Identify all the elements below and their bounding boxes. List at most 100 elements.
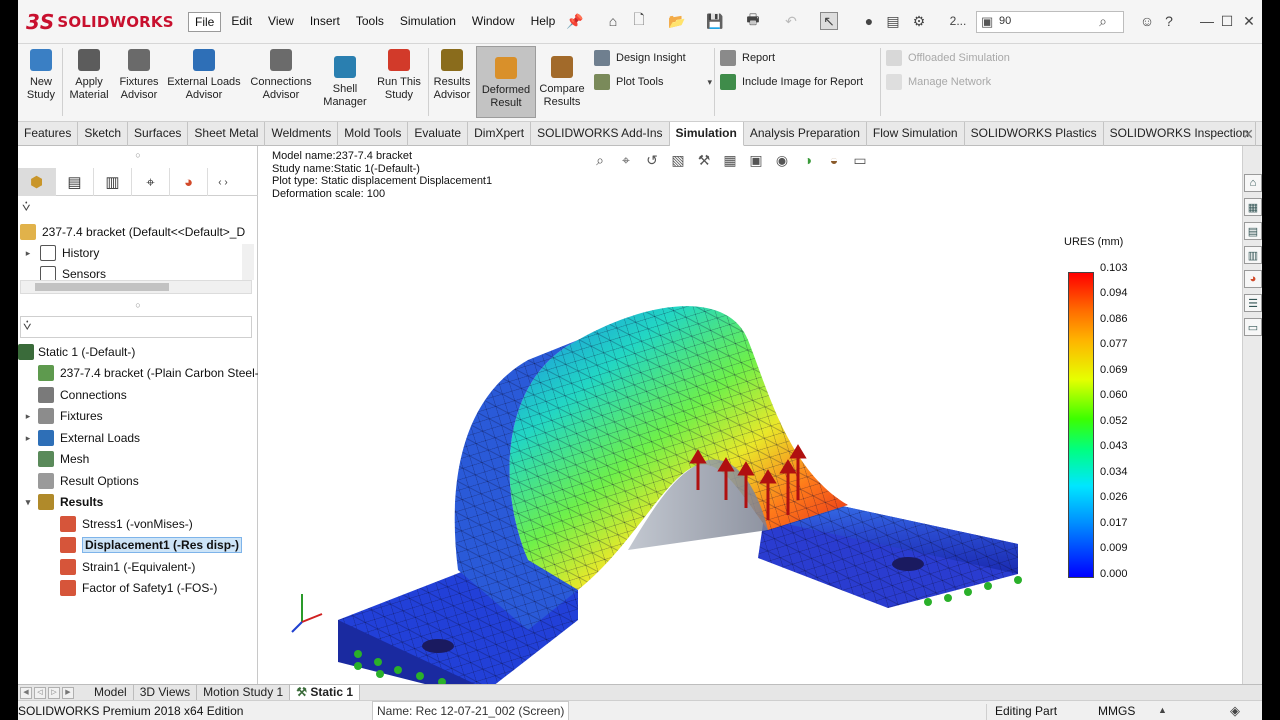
tree-item-external-loads[interactable]: ▸ External Loads	[22, 428, 140, 448]
plot-tools-dropdown-icon[interactable]: ▾	[707, 77, 712, 88]
panel-splitter[interactable]: ○	[18, 300, 258, 310]
tab-features[interactable]: Features	[18, 122, 79, 146]
feature-tree-root[interactable]: 237-7.4 bracket (Default<<Default>_D	[20, 222, 245, 242]
new-document-icon[interactable]: 🗋	[630, 11, 648, 30]
external-loads-advisor-button[interactable]: External Loads Advisor	[166, 46, 242, 118]
tab-3d-views[interactable]: 3D Views	[134, 684, 198, 701]
fea-displacement-model[interactable]	[328, 230, 1028, 690]
menu-simulation[interactable]: Simulation	[394, 12, 462, 32]
result-factor-of-safety[interactable]: Factor of Safety1 (-FOS-)	[60, 578, 217, 598]
view-palette-icon[interactable]: ▥	[1244, 246, 1262, 264]
design-insight-button[interactable]: Design Insight	[594, 48, 686, 68]
expand-icon[interactable]: ▸	[22, 411, 34, 422]
shell-manager-button[interactable]: Shell Manager	[320, 46, 370, 118]
include-image-button[interactable]: Include Image for Report	[720, 72, 863, 92]
first-tab-icon[interactable]: ◀	[20, 686, 32, 699]
tab-dimxpert[interactable]: DimXpert	[468, 122, 532, 146]
zoom-to-fit-icon[interactable]: ⌕	[590, 150, 610, 170]
display-style-icon[interactable]: ▣	[746, 150, 766, 170]
search-input[interactable]: ▣ 90 ⌕	[976, 11, 1124, 33]
tab-model[interactable]: Model	[88, 684, 134, 701]
manage-network-button[interactable]: Manage Network	[886, 72, 991, 92]
apply-scene-icon[interactable]: ◒	[824, 150, 844, 170]
view-orientation-icon[interactable]: ▦	[720, 150, 740, 170]
fixtures-advisor-button[interactable]: Fixtures Advisor	[116, 46, 162, 118]
tab-flow-simulation[interactable]: Flow Simulation	[867, 122, 965, 146]
plot-tools-button[interactable]: Plot Tools ▾	[594, 72, 712, 92]
tab-static-study[interactable]: ⚒ Static 1	[290, 684, 360, 701]
menu-edit[interactable]: Edit	[225, 12, 258, 32]
menu-file[interactable]: File	[188, 12, 222, 32]
options-gear-icon[interactable]: ⚙	[910, 12, 928, 30]
hide-show-items-icon[interactable]: ◉	[772, 150, 792, 170]
compare-results-button[interactable]: Compare Results	[538, 46, 586, 118]
custom-properties-icon[interactable]: ☰	[1244, 294, 1262, 312]
home-icon[interactable]: ⌂	[604, 12, 622, 30]
property-manager-tab[interactable]: ▤	[56, 168, 94, 196]
tab-solidworks-plastics[interactable]: SOLIDWORKS Plastics	[965, 122, 1104, 146]
results-advisor-button[interactable]: Results Advisor	[430, 46, 474, 118]
study-filter[interactable]: ⩒	[20, 316, 252, 338]
result-displacement[interactable]: Displacement1 (-Res disp-)	[60, 535, 243, 555]
help-icon[interactable]: ?	[1160, 12, 1178, 30]
new-study-button[interactable]: New Study	[22, 46, 60, 118]
report-button[interactable]: Report	[720, 48, 775, 68]
feature-manager-tab[interactable]: ⬢	[18, 168, 56, 196]
configuration-manager-tab[interactable]: ▥	[94, 168, 132, 196]
expand-icon[interactable]: ▸	[22, 433, 34, 444]
appearances-icon[interactable]: ◕	[1244, 270, 1262, 288]
open-folder-icon[interactable]: 📂	[668, 12, 686, 30]
tree-item-connections[interactable]: Connections	[38, 385, 127, 405]
apply-material-button[interactable]: Apply Material	[66, 46, 112, 118]
result-stress[interactable]: Stress1 (-vonMises-)	[60, 514, 193, 534]
tab-sketch[interactable]: Sketch	[78, 122, 129, 146]
previous-tab-icon[interactable]: ◁	[34, 686, 46, 699]
zoom-to-area-icon[interactable]: ⌖	[616, 150, 636, 170]
close-icon[interactable]: ✕	[1242, 126, 1254, 143]
expand-icon[interactable]: ▸	[22, 248, 34, 259]
view-settings-icon[interactable]: ▭	[850, 150, 870, 170]
tab-analysis-preparation[interactable]: Analysis Preparation	[744, 122, 867, 146]
section-view-icon[interactable]: ▧	[668, 150, 688, 170]
edit-appearance-icon[interactable]: ◑	[798, 150, 818, 170]
menu-help[interactable]: Help	[525, 12, 562, 32]
connections-advisor-button[interactable]: Connections Advisor	[246, 46, 316, 118]
tab-weldments[interactable]: Weldments	[265, 122, 339, 146]
menu-insert[interactable]: Insert	[304, 12, 346, 32]
run-this-study-button[interactable]: Run This Study	[374, 46, 424, 118]
design-library-icon[interactable]: ▦	[1244, 198, 1262, 216]
next-tab-icon[interactable]: ▷	[48, 686, 60, 699]
tab-motion-study[interactable]: Motion Study 1	[197, 684, 291, 701]
last-tab-icon[interactable]: ▶	[62, 686, 74, 699]
tree-item-history[interactable]: ▸ History	[22, 243, 99, 263]
unit-system[interactable]: MMGS	[1098, 704, 1135, 718]
forum-icon[interactable]: ▭	[1244, 318, 1262, 336]
user-icon[interactable]: ☺	[1138, 12, 1156, 30]
tab-solidworks-inspection[interactable]: SOLIDWORKS Inspection	[1104, 122, 1257, 146]
file-explorer-icon[interactable]: ▤	[1244, 222, 1262, 240]
save-icon[interactable]: 💾	[706, 12, 724, 30]
dimxpert-manager-tab[interactable]: ⌖	[132, 168, 170, 196]
previous-view-icon[interactable]: ↺	[642, 150, 662, 170]
feature-tree-horizontal-scrollbar[interactable]	[20, 280, 252, 294]
units-dropdown-icon[interactable]: ▲	[1158, 705, 1167, 715]
offloaded-simulation-button[interactable]: Offloaded Simulation	[886, 48, 1010, 68]
tree-item-mesh[interactable]: Mesh	[38, 449, 89, 469]
close-icon[interactable]: ✕	[1240, 12, 1258, 30]
dynamic-annotation-icon[interactable]: ⚒	[694, 150, 714, 170]
print-icon[interactable]: 🖶	[744, 11, 762, 30]
search-icon[interactable]: ⌕	[1099, 13, 1107, 30]
display-manager-tab[interactable]: ◕	[170, 168, 208, 196]
panel-tabs-scroll[interactable]: ‹ ›	[208, 168, 238, 196]
result-strain[interactable]: Strain1 (-Equivalent-)	[60, 557, 195, 577]
feature-filter[interactable]: ⩒	[20, 198, 252, 220]
traffic-light-icon[interactable]: ●	[860, 12, 878, 30]
tab-solidworks-add-ins[interactable]: SOLIDWORKS Add-Ins	[531, 122, 670, 146]
tree-item-result-options[interactable]: Result Options	[38, 471, 139, 491]
select-cursor-icon[interactable]: ↖	[820, 12, 838, 30]
tree-item-fixtures[interactable]: ▸ Fixtures	[22, 406, 103, 426]
tree-item-part[interactable]: 237-7.4 bracket (-Plain Carbon Steel-)	[38, 363, 263, 383]
maximize-icon[interactable]: ☐	[1218, 12, 1236, 30]
undo-icon[interactable]: ↶	[782, 12, 800, 30]
tab-mold-tools[interactable]: Mold Tools	[338, 122, 409, 146]
